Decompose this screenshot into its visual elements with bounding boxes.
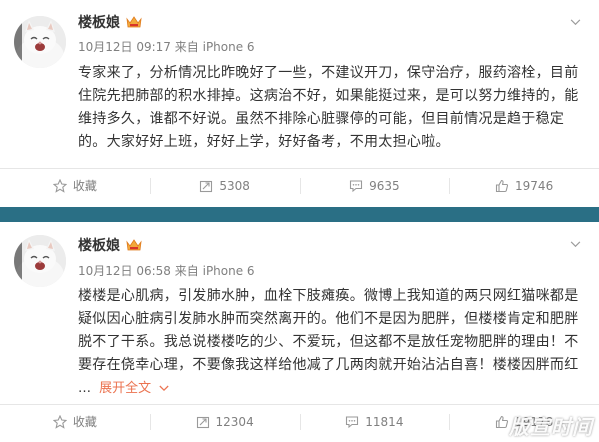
vip-badge-icon[interactable] xyxy=(125,15,143,29)
like-icon xyxy=(495,179,509,192)
weibo-post: 楼板娘 10月12日 06:58 来自 iPhone 6 楼楼是心肌病，引发肺水… xyxy=(0,222,599,442)
like-button[interactable]: 19746 xyxy=(449,176,599,196)
post-meta: 10月12日 06:58 来自 iPhone 6 xyxy=(78,262,255,279)
post-text: 专家来了，分析情况比昨晚好了一些，不建议开刀，保守治疗，服药溶栓，目前 住院先把… xyxy=(78,62,583,154)
avatar-cat-image xyxy=(14,235,66,287)
repost-count: 12304 xyxy=(215,414,254,429)
post-text-line: 住院先把肺部的积水排掉。这病治不好，如果能挺过来，是可以努力维持的，能 xyxy=(78,88,579,104)
favorite-label: 收藏 xyxy=(72,179,97,193)
post-source: iPhone 6 xyxy=(202,264,255,278)
username[interactable]: 楼板娘 xyxy=(78,235,120,255)
like-count: 19746 xyxy=(515,178,554,193)
avatar[interactable] xyxy=(14,16,66,68)
post-text-line: 维持多久，谁都不好说。虽然不排除心脏骤停的可能，但目前情况是趋于稳定 xyxy=(78,111,565,127)
ellipsis: … xyxy=(78,381,91,396)
star-icon xyxy=(52,414,67,429)
post-text-line: 的。大家好好上班，好好上学，好好备考，不用太担心啦。 xyxy=(78,134,450,150)
post-source: iPhone 6 xyxy=(202,40,255,54)
post-meta: 10月12日 09:17 来自 iPhone 6 xyxy=(78,38,255,55)
comment-button[interactable]: 9635 xyxy=(299,176,450,196)
action-bar: 收藏 5308 9635 19746 xyxy=(0,168,599,202)
post-divider xyxy=(0,207,599,222)
comment-icon xyxy=(350,179,363,192)
post-text-line: 要存在侥幸心理，不要像我这样给他减了几两肉就开始沾沾自喜！楼楼因胖而红 xyxy=(78,357,579,373)
repost-icon xyxy=(196,416,209,428)
username[interactable]: 楼板娘 xyxy=(78,12,120,32)
chevron-down-icon[interactable] xyxy=(567,14,583,30)
chevron-down-icon[interactable] xyxy=(159,381,169,396)
comment-count: 9635 xyxy=(369,178,400,193)
comment-count: 11814 xyxy=(365,414,404,429)
repost-count: 5308 xyxy=(219,178,250,193)
vip-badge-icon[interactable] xyxy=(125,238,143,252)
weibo-feed: 楼板娘 10月12日 09:17 来自 iPhone 6 专家来了，分析情况比昨… xyxy=(0,0,599,442)
favorite-button[interactable]: 收藏 xyxy=(0,176,150,196)
post-time[interactable]: 10月12日 06:58 xyxy=(78,264,171,278)
post-time[interactable]: 10月12日 09:17 xyxy=(78,40,171,54)
like-icon xyxy=(495,415,509,428)
source-prefix: 来自 xyxy=(174,264,199,278)
post-text: 楼楼是心肌病，引发肺水肿，血栓下肢瘫痪。微博上我知道的两只网红猫咪都是 疑似因心… xyxy=(78,285,583,377)
chevron-down-icon[interactable] xyxy=(567,236,583,252)
avatar-cat-image xyxy=(14,16,66,68)
weibo-post: 楼板娘 10月12日 09:17 来自 iPhone 6 专家来了，分析情况比昨… xyxy=(0,0,599,207)
repost-button[interactable]: 5308 xyxy=(149,176,300,196)
source-prefix: 来自 xyxy=(174,40,199,54)
star-icon xyxy=(52,178,67,193)
favorite-label: 收藏 xyxy=(72,415,97,429)
post-text-line: 楼楼是心肌病，引发肺水肿，血栓下肢瘫痪。微博上我知道的两只网红猫咪都是 xyxy=(78,288,579,304)
repost-icon xyxy=(200,180,213,192)
watermark: 版宣时间 xyxy=(509,415,593,439)
author-row: 楼板娘 xyxy=(78,12,143,32)
post-text-line: 疑似因心脏病引发肺水肿而突然离开的。他们不是因为肥胖，但楼楼肯定和肥胖 xyxy=(78,311,579,327)
expand-row: … 展开全文 xyxy=(78,377,169,396)
author-row: 楼板娘 xyxy=(78,235,143,255)
repost-button[interactable]: 12304 xyxy=(149,412,300,432)
post-text-line: 脱不了干系。我总说楼楼吃的少、不爱玩，但这都不是放任宠物肥胖的理由！不 xyxy=(78,334,579,350)
comment-button[interactable]: 11814 xyxy=(299,412,450,432)
post-text-line: 专家来了，分析情况比昨晚好了一些，不建议开刀，保守治疗，服药溶栓，目前 xyxy=(78,65,579,81)
expand-full-text-link[interactable]: 展开全文 xyxy=(99,381,151,396)
avatar[interactable] xyxy=(14,235,66,287)
favorite-button[interactable]: 收藏 xyxy=(0,412,150,432)
comment-icon xyxy=(346,415,359,428)
